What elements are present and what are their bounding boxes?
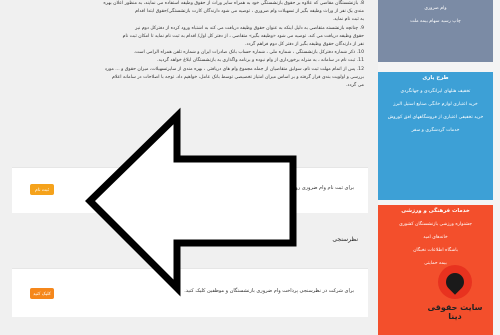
- survey-box: برای شرکت در نظرسنجی پرداخت وام ضروری با…: [12, 268, 368, 317]
- list-line: 11. ثبت نام در سامانه ، به منزله برخوردا…: [157, 58, 364, 64]
- list-line: می گردد.: [345, 83, 364, 89]
- site-logo: سایت حقوقی دینا: [420, 265, 490, 327]
- sidebar-card-loans: وام ضروری چاپ رسید سهام بیمه ملت: [378, 0, 493, 62]
- sidebar-link-insurance-receipt[interactable]: چاپ رسید سهام بیمه ملت: [378, 15, 493, 28]
- sidebar-link-emergency-loan[interactable]: وام ضروری: [378, 2, 493, 15]
- list-line: بررسی و اولویت بندی قرار گرفته و بر اساس…: [111, 74, 364, 80]
- main-content: 8. بازنشستگان مقاضی که علاوه بر حقوق باز…: [10, 0, 370, 335]
- list-line: 9. چنانچه بازنشسته متقاضی به دلیل اینکه …: [135, 25, 364, 31]
- list-line: حقوق وظیفه دریافت می کند. توصیه می شود «…: [122, 33, 364, 39]
- sidebar-link[interactable]: خرید تخفیفی اعتباری از فروشگاههای افق کو…: [378, 111, 493, 124]
- list-line: به ثبت نام نماید.: [332, 17, 364, 23]
- sidebar-card-heading: طرح یاری: [422, 75, 449, 81]
- registration-box: برای ثبت نام وام ضروری روی دکمه کلیک کنی…: [12, 167, 368, 213]
- logo-text: سایت حقوقی دینا: [427, 303, 483, 321]
- conditions-list: 8. بازنشستگان مقاضی که علاوه بر حقوق باز…: [10, 0, 370, 90]
- list-line: 10. ذکر شماره دفترکل بازنشستگی ، شماره م…: [133, 50, 364, 56]
- sidebar-link[interactable]: خانه‌های امید: [378, 231, 493, 244]
- survey-heading: نظرسنجی: [332, 236, 358, 243]
- list-line: 12. پس از اتمام مهلت ثبت نام، سوابق متقا…: [104, 66, 364, 72]
- sidebar-card-heading: خدمات فرهنگی و ورزشی: [401, 208, 470, 214]
- list-line: 8. بازنشستگان مقاضی که علاوه بر حقوق باز…: [103, 1, 364, 6]
- sidebar-link[interactable]: جشنواره ورزشی بازنشستگان کشوری: [378, 218, 493, 231]
- sidebar-link[interactable]: خرید اعتباری لوازم خانگی صنایع استیل الب…: [378, 98, 493, 111]
- sidebar-link[interactable]: تخفیف هتلهای ایرانگردی و جهانگردی: [378, 85, 493, 98]
- sidebar-card-yari: طرح یاری تخفیف هتلهای ایرانگردی و جهانگر…: [378, 72, 493, 200]
- registration-message: برای ثبت نام وام ضروری روی دکمه کلیک کنی…: [256, 185, 354, 191]
- survey-button[interactable]: کلیک کنید: [30, 288, 54, 299]
- list-line: مندی یک نفر از وراث وظیفه بگیر از تسهیلا…: [135, 9, 364, 15]
- list-line: نفر از دارندگان حقوق وظیفه بگیر از دفتر …: [245, 42, 364, 48]
- sidebar-link[interactable]: باشگاه اطلاعات نخبگان: [378, 244, 493, 257]
- survey-message: برای شرکت در نظرسنجی پرداخت وام ضروری با…: [184, 288, 354, 294]
- sidebar-link[interactable]: خدمات گردشگری و سفر: [378, 124, 493, 137]
- register-button[interactable]: ثبت نام: [30, 184, 54, 195]
- logo-emblem-icon: [438, 265, 472, 299]
